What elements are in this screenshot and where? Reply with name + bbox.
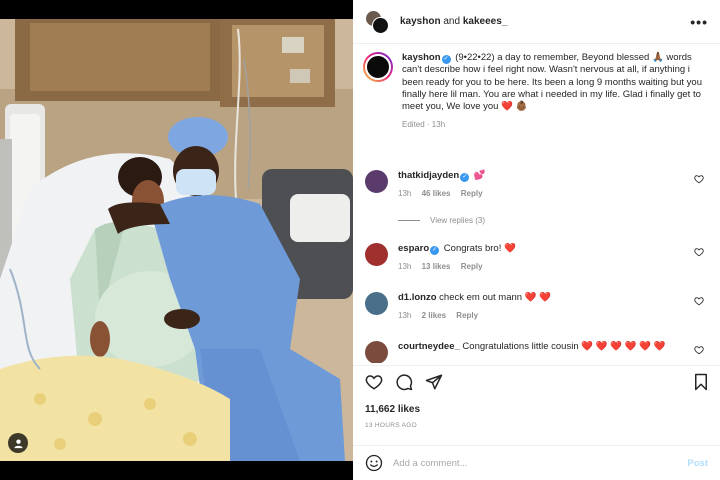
avatar [372,16,389,34]
post-media-area [0,0,353,480]
action-bar [365,373,710,391]
verified-badge-icon: ✓ [441,55,451,64]
heart-icon[interactable] [694,296,704,306]
divider [353,365,720,366]
reply-button[interactable]: Reply [461,262,483,271]
user-tag-icon[interactable] [8,433,28,453]
comment-item: thatkidjayden ✓ 💕 13h 46 likes Reply [365,170,710,198]
post-comment-button[interactable]: Post [687,458,708,469]
add-comment-input[interactable] [393,457,688,469]
post-authors: kayshon and kakeees_ [400,16,507,27]
collab-avatars[interactable] [365,9,389,34]
comment-item: esparo ✓ Congrats bro! ❤️ 13h 13 likes Re… [365,243,710,271]
heart-icon[interactable] [365,373,383,391]
emoji-icon[interactable] [365,454,383,472]
author-username[interactable]: kakeees_ [463,16,508,27]
avatar[interactable] [365,292,388,315]
avatar[interactable] [365,243,388,266]
comment-meta: 13h 2 likes Reply [398,311,688,320]
likes-count[interactable]: 11,662 likes [365,404,420,415]
more-options-button[interactable]: ••• [690,14,708,30]
caption-username[interactable]: kayshon [402,52,441,63]
view-replies-label: View replies (3) [430,216,485,225]
avatar[interactable] [363,52,393,82]
view-replies-button[interactable]: View replies (3) [398,216,485,225]
heart-icon[interactable] [694,247,704,257]
share-icon[interactable] [425,373,443,391]
heart-icon[interactable] [694,345,704,355]
heart-icon[interactable] [694,174,704,184]
comment-text: Congratulations little cousin ❤️ ❤️ ❤️ ❤… [462,341,666,352]
comment-icon[interactable] [395,373,413,391]
post-timestamp: 13 HOURS AGO [365,422,418,429]
verified-badge-icon: ✓ [460,173,470,182]
reply-button[interactable]: Reply [461,189,483,198]
comment-username[interactable]: esparo [398,243,429,254]
comment-time: 13h [398,311,412,320]
hospital-photo-illustration [0,19,353,461]
reply-button[interactable]: Reply [456,311,478,320]
author-conjunction: and [443,16,461,27]
comment-username[interactable]: thatkidjayden [398,170,459,181]
comment-username[interactable]: d1.lonzo [398,292,437,303]
comment-composer: Post [353,445,720,480]
caption-meta: Edited · 13h [402,120,446,130]
instagram-post-viewer: kayshon and kakeees_ ••• kayshon ✓ (9•22•… [0,0,720,480]
post-sidebar: kayshon and kakeees_ ••• kayshon ✓ (9•22•… [353,0,720,480]
post-header: kayshon and kakeees_ ••• [353,0,720,44]
post-photo[interactable] [0,19,353,461]
post-caption: kayshon ✓ (9•22•22) a day to remember, Be… [363,52,713,132]
comment-time: 13h [398,262,412,271]
verified-badge-icon: ✓ [430,246,440,255]
comment-likes[interactable]: 2 likes [422,311,446,320]
comment-likes[interactable]: 46 likes [422,189,451,198]
comment-item: d1.lonzo check em out mann ❤️ ❤️ 13h 2 l… [365,292,710,320]
comment-likes[interactable]: 13 likes [422,262,451,271]
comment-meta: 13h 46 likes Reply [398,189,688,198]
comment-meta: 13h 13 likes Reply [398,262,688,271]
comment-text: Congrats bro! ❤️ [443,243,516,254]
comment-item: courtneydee_ Congratulations little cous… [365,341,710,363]
comment-time: 13h [398,189,412,198]
avatar[interactable] [365,341,388,363]
bookmark-icon[interactable] [692,373,710,391]
author-username[interactable]: kayshon [400,16,441,27]
caption-body: kayshon ✓ (9•22•22) a day to remember, Be… [402,52,702,132]
comment-text: check em out mann ❤️ ❤️ [439,292,552,303]
comment-text: 💕 [473,170,486,181]
divider-line [398,220,420,221]
avatar[interactable] [365,170,388,193]
comment-username[interactable]: courtneydee_ [398,341,460,352]
